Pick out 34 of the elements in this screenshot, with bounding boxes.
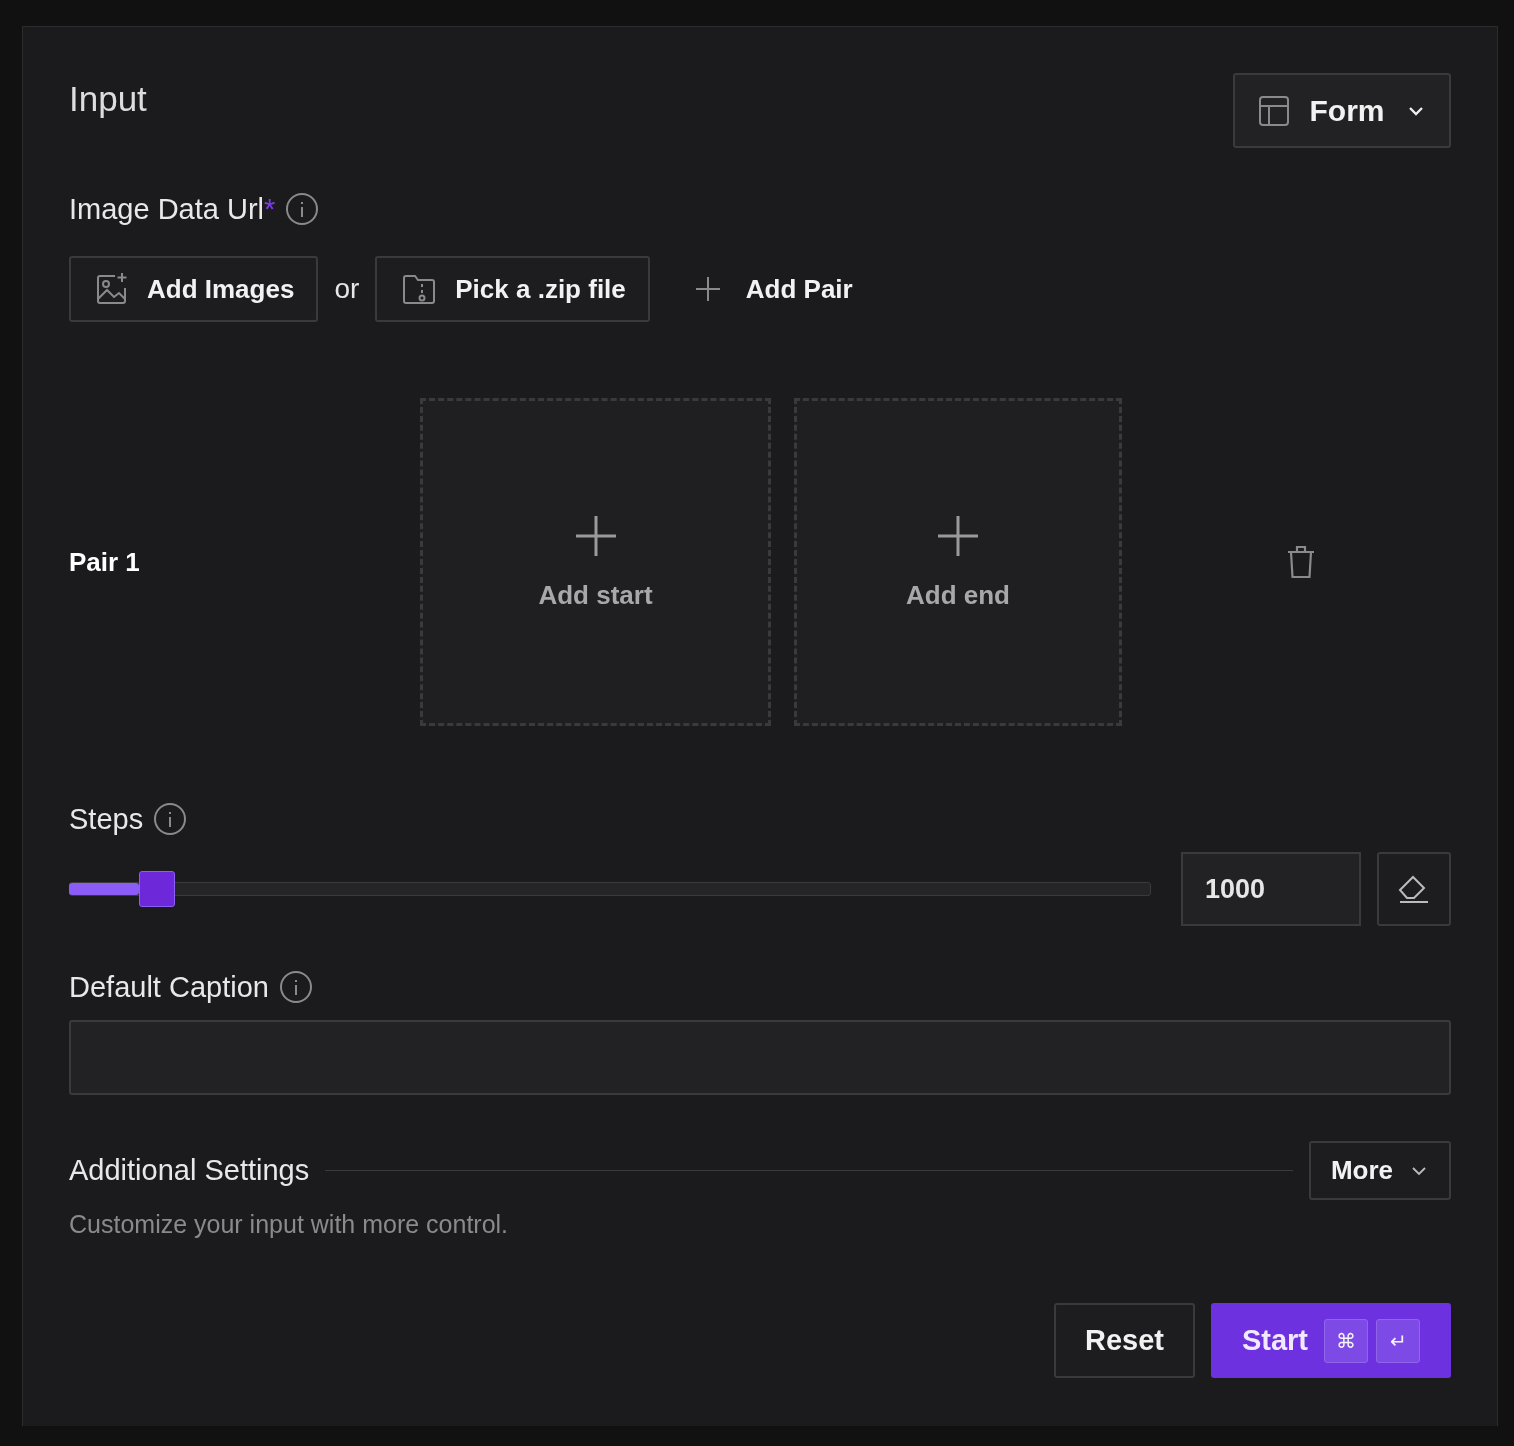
slider-thumb[interactable] bbox=[139, 871, 176, 907]
image-add-icon bbox=[95, 272, 129, 306]
info-icon bbox=[285, 192, 320, 226]
view-dropdown[interactable]: Form bbox=[1233, 73, 1451, 148]
steps-input[interactable]: 1000 bbox=[1181, 852, 1361, 926]
plus-icon bbox=[573, 513, 618, 558]
shortcut-key: ↵ bbox=[1376, 1318, 1421, 1363]
reset-button[interactable]: Reset bbox=[1054, 1303, 1195, 1378]
section-description: Customize your input with more control. bbox=[69, 1210, 510, 1239]
info-icon bbox=[153, 802, 188, 836]
add-pair-button[interactable]: Add Pair bbox=[665, 256, 853, 322]
pick-zip-button[interactable]: Pick a .zip file bbox=[375, 256, 650, 322]
add-images-button[interactable]: Add Images bbox=[69, 256, 319, 322]
trash-icon[interactable] bbox=[1285, 544, 1317, 580]
add-end-tile[interactable]: Add end bbox=[794, 398, 1122, 726]
folder-icon bbox=[401, 272, 438, 306]
clear-button[interactable] bbox=[1377, 852, 1451, 926]
field-label: Default Caption bbox=[69, 970, 269, 1004]
more-dropdown[interactable]: More bbox=[1308, 1141, 1451, 1200]
info-icon bbox=[278, 970, 313, 1004]
section-heading: Additional Settings bbox=[69, 1154, 310, 1187]
plus-icon bbox=[936, 513, 980, 558]
field-label: Image Data Url* bbox=[69, 192, 276, 226]
layout-icon bbox=[1257, 94, 1290, 127]
pair-label: Pair 1 bbox=[69, 546, 141, 578]
or-text: or bbox=[334, 273, 360, 305]
plus-icon bbox=[693, 275, 722, 303]
section-title: Input bbox=[69, 79, 147, 119]
shortcut-key: ⌘ bbox=[1324, 1318, 1369, 1363]
caption-field[interactable] bbox=[69, 1020, 1451, 1095]
steps-slider[interactable] bbox=[69, 871, 1151, 907]
field-label: Steps bbox=[69, 802, 144, 836]
add-start-tile[interactable]: Add start bbox=[420, 398, 771, 726]
start-button[interactable]: Start ⌘ ↵ bbox=[1211, 1303, 1451, 1378]
